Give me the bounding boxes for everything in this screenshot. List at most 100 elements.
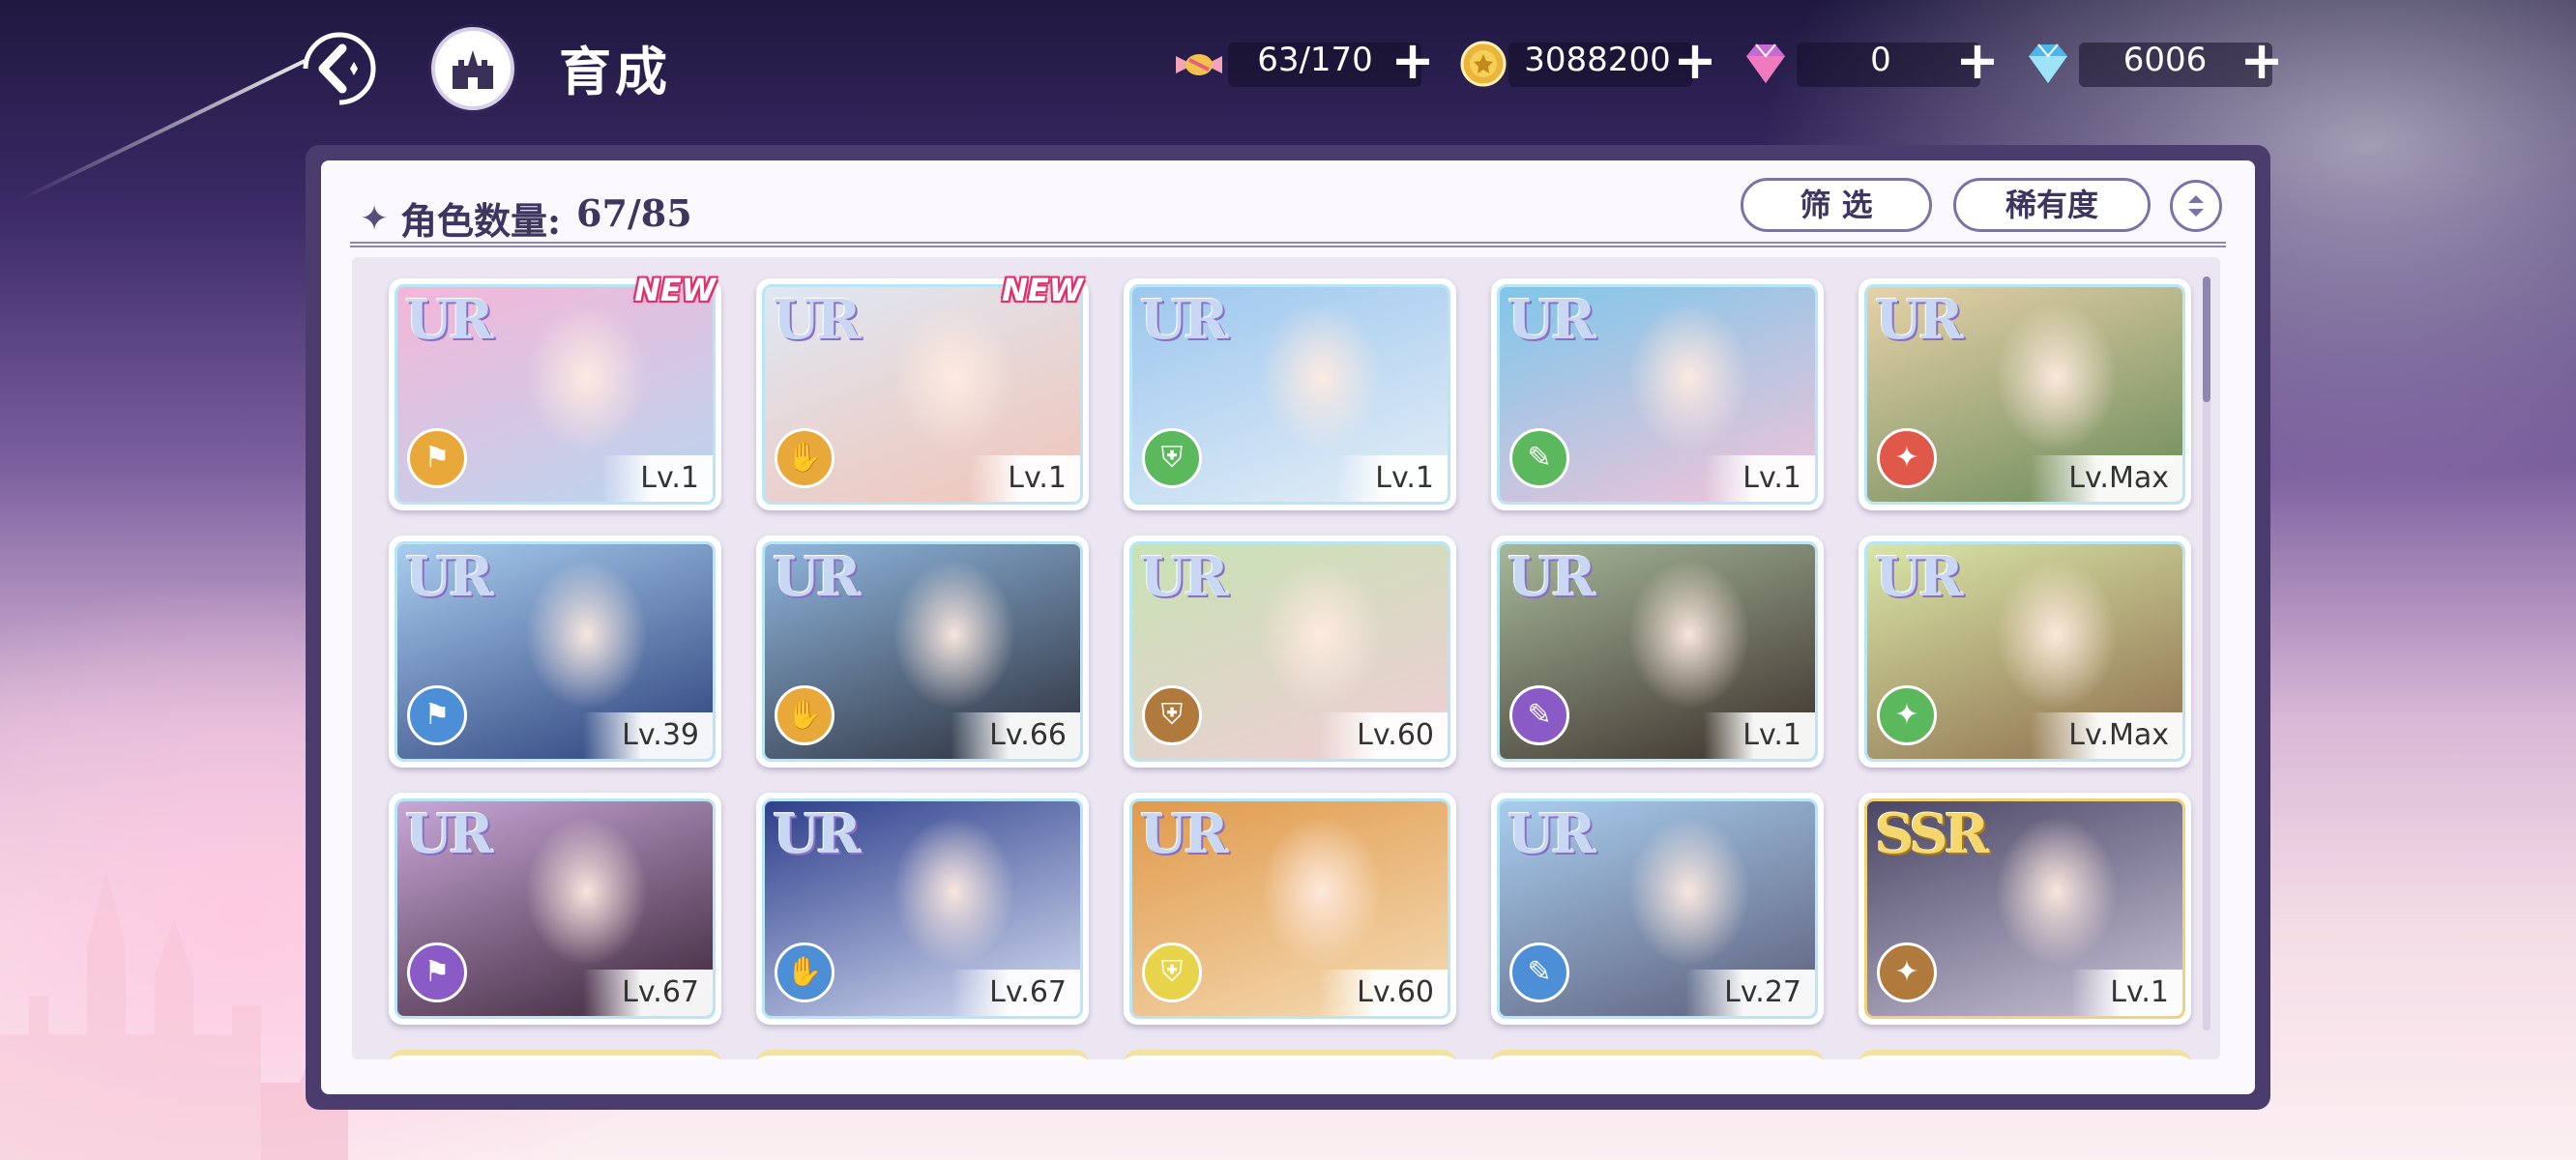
character-card-partial[interactable] (1491, 1050, 1824, 1059)
home-button[interactable] (431, 27, 514, 110)
character-count-value: 67/85 (576, 191, 692, 235)
character-card-frame: UR ⛨ Lv.60 (1129, 798, 1450, 1019)
rarity-badge: UR (1875, 545, 1963, 609)
sort-order-icon (2188, 195, 2204, 217)
top-bar: 育成 63/170 + 3088200 + 0 + 6006 + (0, 0, 2576, 135)
candy-icon (1172, 37, 1226, 91)
add-blue-diamond-button[interactable]: + (2238, 35, 2286, 87)
gold-count: 3088200 (1524, 41, 1671, 79)
add-pink-diamond-button[interactable]: + (1953, 35, 2002, 87)
character-card[interactable]: UR ✎ Lv.27 (1491, 793, 1824, 1025)
role-icon: ✦ (1877, 942, 1937, 1002)
character-level: Lv.1 (601, 455, 713, 502)
role-icon: ✎ (1509, 942, 1569, 1002)
character-card-partial[interactable] (1124, 1050, 1456, 1059)
character-card-frame: UR ✎ Lv.1 (1497, 541, 1818, 762)
character-level: Lv.60 (1318, 712, 1448, 759)
character-card[interactable]: UR ✎ Lv.1 (1491, 536, 1824, 768)
character-level: Lv.60 (1318, 970, 1448, 1016)
role-icon: ✋ (775, 428, 834, 488)
character-count-label: 角色数量: (400, 199, 562, 243)
filter-button[interactable]: 筛 选 (1741, 178, 1932, 232)
character-level: Lv.1 (969, 455, 1080, 502)
pink-diamond-icon (1739, 37, 1793, 91)
character-card[interactable]: UR ✦ Lv.Max (1859, 278, 2191, 510)
header-divider (350, 242, 2226, 247)
character-card-frame: UR ✋ Lv.66 (762, 541, 1083, 762)
rarity-badge: UR (405, 545, 493, 609)
character-level: Lv.27 (1685, 970, 1815, 1016)
character-card-frame: UR ✦ Lv.Max (1864, 284, 2185, 505)
role-icon: ✦ (1877, 685, 1937, 745)
page-title: 育成 (559, 41, 671, 102)
character-card[interactable]: UR ✋ Lv.67 (756, 793, 1089, 1025)
add-candy-button[interactable]: + (1389, 35, 1437, 87)
new-badge: NEW (1002, 272, 1083, 308)
character-card-frame: UR ⛨ Lv.60 (1129, 541, 1450, 762)
rarity-badge: UR (773, 545, 861, 609)
character-level: Lv.Max (2030, 455, 2182, 502)
character-card-partial[interactable] (1859, 1050, 2191, 1059)
character-card[interactable]: SSR ✦ Lv.1 (1859, 793, 2191, 1025)
back-arrow-icon (303, 32, 376, 105)
role-icon: ✋ (775, 685, 834, 745)
role-icon: ⛨ (1142, 685, 1202, 745)
character-card[interactable]: UR ✋ Lv.66 (756, 536, 1089, 768)
character-card[interactable]: UR ⛨ Lv.1 (1124, 278, 1456, 510)
character-level: Lv.67 (951, 970, 1080, 1016)
character-level: Lv.1 (1704, 455, 1815, 502)
character-level: Lv.1 (1336, 455, 1448, 502)
character-card-partial[interactable] (389, 1050, 721, 1059)
rarity-badge: UR (773, 288, 861, 352)
scrollbar-thumb[interactable] (2203, 276, 2210, 402)
add-gold-button[interactable]: + (1671, 35, 1719, 87)
role-icon: ✋ (775, 942, 834, 1002)
character-card[interactable]: UR ⛨ Lv.60 (1124, 536, 1456, 768)
rarity-sort-button[interactable]: 稀有度 (1953, 178, 2151, 232)
character-card-frame: UR ✦ Lv.Max (1864, 541, 2185, 762)
character-card[interactable]: UR ⚑ Lv.1 NEW (389, 272, 721, 510)
rarity-badge: UR (773, 802, 861, 866)
role-icon: ⚑ (407, 942, 467, 1002)
grid-scrollbar[interactable] (2203, 276, 2210, 1030)
candy-count: 63/170 (1257, 41, 1373, 79)
character-card[interactable]: UR ✋ Lv.1 NEW (756, 272, 1089, 510)
character-card[interactable]: UR ✎ Lv.1 (1491, 278, 1824, 510)
sort-order-button[interactable] (2170, 180, 2222, 232)
rarity-badge: UR (1140, 545, 1228, 609)
role-icon: ✎ (1509, 685, 1569, 745)
character-card[interactable]: UR ⚑ Lv.67 (389, 793, 721, 1025)
character-level: Lv.1 (1704, 712, 1815, 759)
gold-coin-icon (1456, 37, 1510, 91)
blue-diamond-count: 6006 (2122, 41, 2208, 79)
sparkle-icon: ✦ (360, 199, 390, 239)
pink-diamond-count: 0 (1870, 41, 1891, 79)
character-card-partial[interactable] (756, 1050, 1089, 1059)
rarity-badge: UR (1508, 545, 1595, 609)
character-card[interactable]: UR ⚑ Lv.39 (389, 536, 721, 768)
role-icon: ⚑ (407, 685, 467, 745)
character-card-frame: UR ⚑ Lv.39 (395, 541, 716, 762)
castle-home-icon (453, 50, 493, 89)
character-level: Lv.67 (583, 970, 713, 1016)
rarity-badge: UR (1508, 802, 1595, 866)
rarity-badge: UR (405, 288, 493, 352)
character-panel: ✦ 角色数量: 67/85 筛 选 稀有度 UR ⚑ Lv.1 NEW UR ✋ Lv.1 N… (321, 160, 2255, 1094)
character-level: Lv.Max (2030, 712, 2182, 759)
character-level: Lv.66 (951, 712, 1080, 759)
rarity-badge: UR (1140, 802, 1228, 866)
castle-silhouette (0, 870, 348, 1160)
blue-diamond-icon (2021, 37, 2075, 91)
role-icon: ✦ (1877, 428, 1937, 488)
character-card-frame: UR ✎ Lv.1 (1497, 284, 1818, 505)
role-icon: ⚑ (407, 428, 467, 488)
character-card[interactable]: UR ✦ Lv.Max (1859, 536, 2191, 768)
rarity-badge: UR (1508, 288, 1595, 352)
character-card[interactable]: UR ⛨ Lv.60 (1124, 793, 1456, 1025)
rarity-badge: UR (405, 802, 493, 866)
character-card-frame: SSR ✦ Lv.1 (1864, 798, 2185, 1019)
character-card-frame: UR ⚑ Lv.67 (395, 798, 716, 1019)
character-grid: UR ⚑ Lv.1 NEW UR ✋ Lv.1 NEW UR ⛨ Lv.1 UR ✎ Lv.1 UR ✦ Lv.… (352, 257, 2220, 1059)
back-button[interactable] (298, 27, 381, 110)
role-icon: ⛨ (1142, 428, 1202, 488)
